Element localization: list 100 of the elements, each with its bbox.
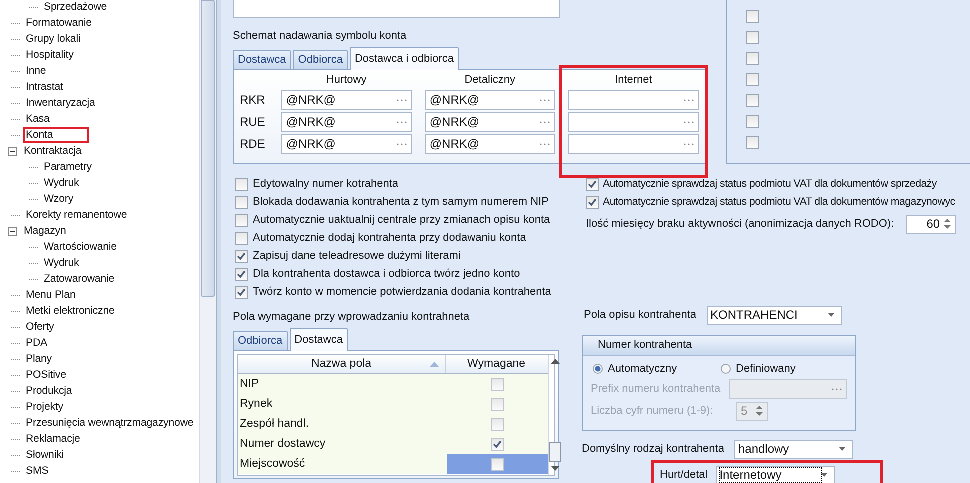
spinner-arrows-icon[interactable]: [756, 405, 763, 417]
checkbox[interactable]: [746, 94, 759, 107]
tree-item[interactable]: Hospitality: [23, 47, 77, 63]
ellipsis-icon[interactable]: [396, 120, 407, 124]
tab[interactable]: Odbiorca: [233, 331, 288, 350]
tab[interactable]: Dostawca i odbiorca: [350, 47, 459, 70]
checkbox[interactable]: [235, 196, 248, 208]
checkbox-label[interactable]: Dla kontrahenta dostawca i odbiorca twórz jedno konto: [253, 268, 520, 280]
tree-item[interactable]: POSitive: [23, 367, 70, 383]
checkbox-label[interactable]: Blokada dodawania kontrahenta z tym samym numerem NIP: [253, 196, 549, 208]
ellipsis-icon[interactable]: [540, 98, 550, 102]
ellipsis-icon[interactable]: [396, 98, 407, 102]
collapse-icon[interactable]: [8, 226, 17, 236]
checkbox-label[interactable]: Zapisuj dane teleadresowe dużymi literami: [253, 250, 461, 262]
spinner-arrows-icon[interactable]: [944, 218, 952, 230]
dropdown[interactable]: Internetowy: [716, 466, 835, 483]
dropdown[interactable]: KONTRAHENCI: [706, 306, 842, 324]
ellipsis-icon[interactable]: [396, 142, 407, 146]
checkbox[interactable]: [586, 178, 599, 190]
checkbox[interactable]: [746, 73, 759, 86]
tree-item[interactable]: Intrastat: [23, 79, 66, 95]
scrollbar-thumb[interactable]: [201, 0, 215, 297]
tree-item[interactable]: Kontraktacja: [21, 143, 85, 159]
radio-label[interactable]: Definiowany: [736, 363, 796, 375]
tab[interactable]: Dostawca: [233, 50, 292, 69]
scroll-up-icon[interactable]: [550, 359, 560, 364]
ellipsis-icon[interactable]: [540, 142, 550, 146]
tab[interactable]: Odbiorca: [293, 50, 348, 69]
checkbox-label[interactable]: Automatycznie uaktualnij centrale przy zmianach opisu konta: [253, 214, 550, 226]
checkbox[interactable]: [235, 250, 248, 262]
checkbox[interactable]: [586, 196, 599, 208]
checkbox[interactable]: [235, 268, 248, 280]
checkbox[interactable]: [235, 214, 248, 226]
tree-item[interactable]: Plany: [23, 351, 55, 367]
radio-button[interactable]: [721, 364, 731, 374]
text-field[interactable]: @NRK@: [281, 90, 412, 110]
tree-item[interactable]: Korekty remanentowe: [23, 207, 130, 223]
checkbox-label[interactable]: Automatycznie dodaj kontrahenta przy dodawaniu konta: [253, 232, 526, 244]
tree-item[interactable]: Inwentaryzacja: [23, 95, 98, 111]
dropdown-caret-icon[interactable]: [820, 473, 828, 477]
tree-item[interactable]: Grupy lokali: [23, 31, 84, 47]
tree-item[interactable]: Menu Plan: [23, 287, 79, 303]
radio-button[interactable]: [593, 364, 603, 374]
tree-item[interactable]: Kasa: [23, 111, 53, 127]
checkbox-label[interactable]: Automatycznie sprawdzaj status podmiotu VAT dla dokumentów magazynowyc: [603, 196, 956, 208]
tree-item[interactable]: Zatowarowanie: [41, 271, 118, 287]
checkbox[interactable]: [491, 378, 504, 390]
column-header[interactable]: Nazwa pola: [238, 355, 446, 373]
text-field[interactable]: [568, 90, 699, 110]
scrollbar[interactable]: [548, 355, 561, 475]
text-field[interactable]: [568, 134, 699, 154]
tree-item[interactable]: Formatowanie: [23, 15, 95, 31]
text-field[interactable]: @NRK@: [281, 112, 412, 132]
ellipsis-icon[interactable]: [540, 120, 550, 124]
checkbox[interactable]: [235, 232, 248, 244]
checkbox[interactable]: [746, 10, 759, 23]
tree-item[interactable]: Przesunięcia wewnątrzmagazynowe: [23, 415, 197, 431]
text-field[interactable]: @NRK@: [281, 134, 412, 154]
tree-item[interactable]: SMS: [23, 463, 52, 479]
checkbox[interactable]: [491, 438, 504, 450]
checkbox[interactable]: [746, 52, 759, 65]
tree-item[interactable]: Wydruk: [41, 255, 82, 271]
tree-item[interactable]: Magazyn: [21, 223, 70, 239]
text-field[interactable]: [568, 112, 699, 132]
tree-item[interactable]: PDA: [23, 335, 50, 351]
text-field[interactable]: [728, 379, 847, 399]
tree-item[interactable]: Konta: [23, 127, 90, 143]
tree-item[interactable]: Wartościowanie: [41, 239, 120, 255]
tab[interactable]: Dostawca: [290, 328, 348, 351]
ellipsis-icon[interactable]: [684, 142, 694, 146]
tree-item[interactable]: Reklamacje: [23, 431, 84, 447]
scrollbar[interactable]: [199, 0, 216, 483]
tree-item[interactable]: Projekty: [23, 399, 66, 415]
text-field[interactable]: @NRK@: [424, 134, 556, 154]
number-spinner[interactable]: 60: [906, 214, 956, 234]
tree-item[interactable]: Wydruk: [41, 175, 82, 191]
ellipsis-icon[interactable]: [832, 388, 842, 390]
text-field[interactable]: @NRK@: [424, 112, 556, 132]
table-cell[interactable]: [447, 454, 548, 474]
tree-item[interactable]: Słowniki: [23, 447, 68, 463]
text-area[interactable]: [233, 0, 560, 18]
tree-item[interactable]: Wzory: [41, 191, 77, 207]
checkbox[interactable]: [746, 115, 759, 128]
scrollbar-thumb[interactable]: [549, 442, 561, 462]
collapse-icon[interactable]: [8, 146, 17, 156]
checkbox[interactable]: [491, 418, 504, 430]
checkbox-label[interactable]: Edytowalny numer kotrahenta: [253, 178, 399, 190]
tree-item[interactable]: Parametry: [41, 159, 95, 175]
tree-item[interactable]: Sprzedażowe: [41, 0, 110, 15]
checkbox[interactable]: [746, 136, 759, 149]
checkbox-label[interactable]: Automatycznie sprawdzaj status podmiotu VAT dla dokumentów sprzedaży: [603, 178, 937, 190]
checkbox[interactable]: [235, 178, 248, 190]
column-header[interactable]: Wymagane: [446, 355, 547, 373]
ellipsis-icon[interactable]: [684, 120, 694, 124]
checkbox[interactable]: [235, 286, 248, 298]
ellipsis-icon[interactable]: [684, 98, 694, 102]
checkbox[interactable]: [491, 458, 504, 470]
text-field[interactable]: @NRK@: [424, 90, 556, 110]
tree-item[interactable]: Produkcja: [23, 383, 76, 399]
checkbox-label[interactable]: Twórz konto w momencie potwierdzania dodania kontrahenta: [253, 286, 552, 298]
